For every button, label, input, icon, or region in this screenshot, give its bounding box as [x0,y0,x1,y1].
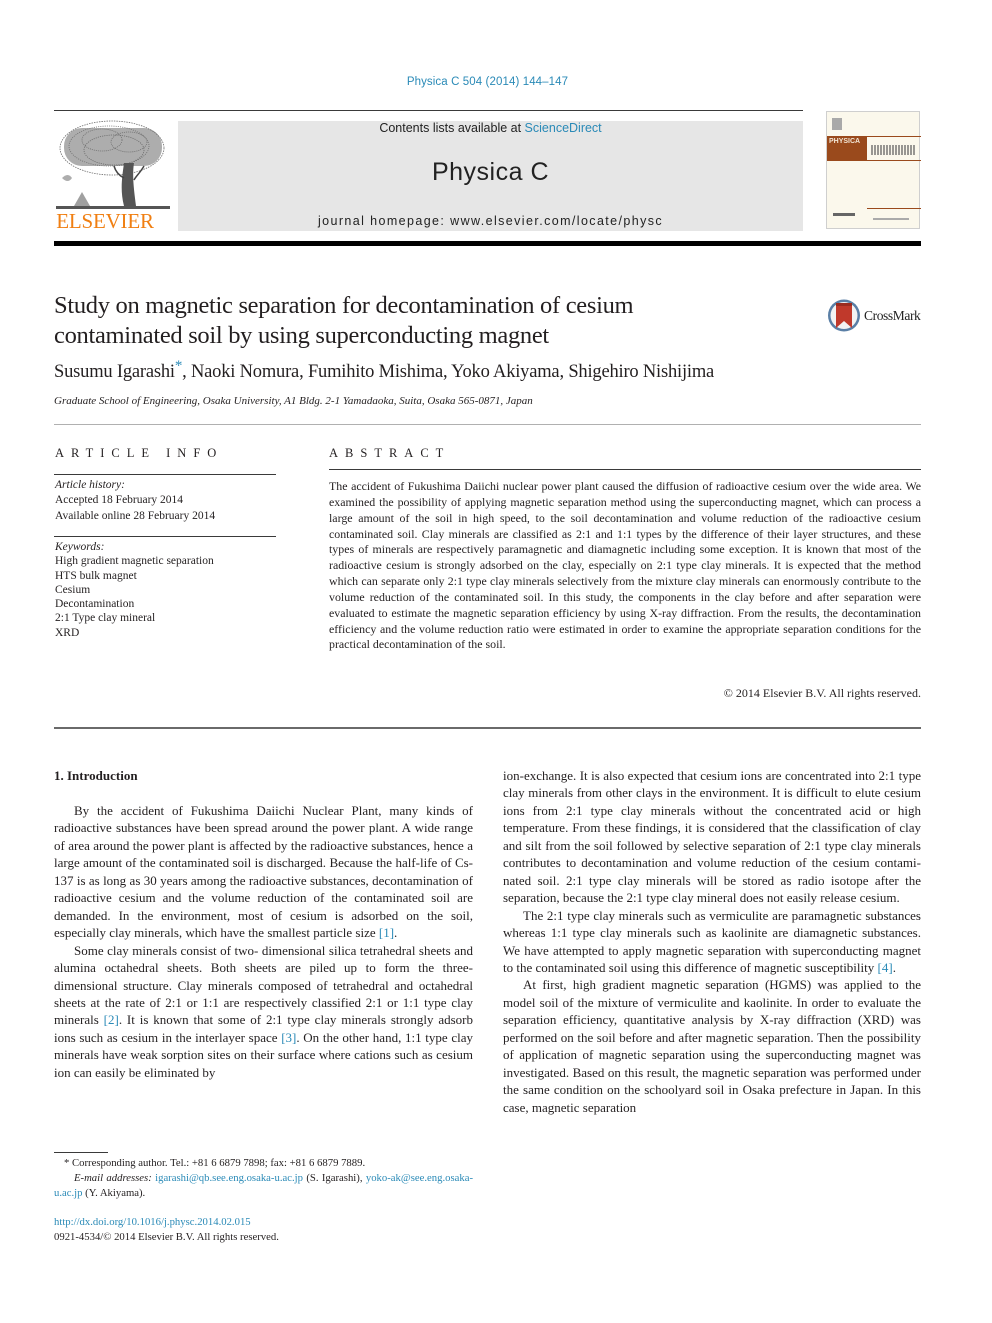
keyword: Decontamination [55,598,135,611]
cover-divider [827,160,921,161]
abstract-copyright: © 2014 Elsevier B.V. All rights reserved… [723,686,921,700]
paragraph-text: . [394,925,398,941]
history-entry: Available online 28 February 2014 [55,509,216,522]
reference-link[interactable]: [1] [379,925,394,940]
author-name[interactable]: Naoki Nomura [191,362,299,382]
body-paragraph: By the accident of Fukushima Daiichi Nuc… [54,802,473,942]
keywords-list: Keywords: High gradient magnetic separat… [55,540,214,640]
journal-homepage-link[interactable]: journal homepage: www.elsevier.com/locat… [178,214,803,228]
cover-publisher-icon [832,118,842,130]
sciencedirect-link[interactable]: ScienceDirect [525,121,602,135]
abstract-heading: ABSTRACT [329,446,451,460]
body-paragraph: Some clay minerals consist of two- dimen… [54,942,473,1082]
keyword: Cesium [55,583,91,596]
cover-divider [867,136,921,137]
body-paragraph: At first, high gradient magnetic separat… [503,977,921,1115]
footnote-text: (S. Igarashi), [302,1172,366,1184]
body-column-left: By the accident of Fukushima Daiichi Nuc… [54,802,473,1081]
keyword: XRD [55,626,80,639]
reference-link[interactable]: [4] [878,960,893,975]
email-label: E-mail addresses: [74,1172,152,1184]
author-name[interactable]: Yoko Akiyama [451,362,559,382]
doi-block: http://dx.doi.org/10.1016/j.physc.2014.0… [54,1215,279,1245]
body-column-right: ion-exchange. It is also expected that c… [503,767,921,1116]
crossmark-button[interactable]: CrossMark [827,298,921,334]
footnote-text: Corresponding author. Tel.: +81 6 6879 7… [69,1157,366,1169]
footnote-rule [54,1152,108,1153]
header-thick-rule [54,241,921,246]
article-history-label: Article history: [55,479,125,491]
author-separator: , [559,362,569,382]
author-separator: , [299,362,308,382]
article-info-rule [54,536,276,537]
author-separator: , [443,362,452,382]
doi-link[interactable]: http://dx.doi.org/10.1016/j.physc.2014.0… [54,1215,279,1230]
paragraph-text: The 2:1 type clay minerals such as vermi… [503,907,921,975]
journal-cover-thumbnail[interactable]: PHYSICA [826,111,921,229]
history-entry: Accepted 18 February 2014 [55,494,184,507]
cover-divider [867,208,921,209]
abstract-text: The accident of Fukushima Daiichi nuclea… [329,479,921,652]
body-paragraph: ion-exchange. It is also expected that c… [503,768,921,906]
email-link[interactable]: igarashi@qb.see.eng.osaka-u.ac.jp [155,1172,303,1184]
keyword: High gradient magnetic separation [55,555,214,568]
article-history: Article history: Accepted 18 February 20… [55,478,215,524]
keyword: 2:1 Type clay mineral [55,612,156,625]
crossmark-icon [828,299,860,332]
author-affiliation: Graduate School of Engineering, Osaka Un… [54,395,533,407]
article-title-line: contaminated soil by using superconducti… [54,322,549,349]
keyword: HTS bulk magnet [55,569,137,582]
section-heading-introduction: 1. Introduction [54,768,138,783]
cover-title-band: PHYSICA [827,136,867,160]
crossmark-label: CrossMark [864,308,921,323]
cover-footer-mark [833,213,855,216]
affiliation-rule [54,424,921,425]
paragraph-text: . [892,959,896,975]
corresponding-author-note: * Corresponding author. Tel.: +81 6 6879… [54,1156,473,1171]
keywords-label: Keywords: [55,541,105,553]
contents-availability-line: Contents lists available at ScienceDirec… [178,121,803,135]
article-title-line: Study on magnetic separation for deconta… [54,292,634,319]
article-info-rule [54,474,276,475]
author-list: Susumu Igarashi*, Naoki Nomura, Fumihito… [54,358,714,383]
journal-banner: Contents lists available at ScienceDirec… [178,121,803,231]
reference-link[interactable]: [2] [104,1012,119,1027]
cover-subtitle [871,145,915,155]
elsevier-wordmark: ELSEVIER [56,209,154,233]
body-paragraph: The 2:1 type clay minerals such as vermi… [503,907,921,977]
abstract-end-rule [54,727,921,729]
journal-name: Physica C [431,158,550,186]
email-note: E-mail addresses: igarashi@qb.see.eng.os… [54,1171,473,1201]
contents-prefix: Contents lists available at [379,121,525,135]
reference-link[interactable]: [3] [281,1030,296,1045]
issn-copyright: 0921-4534/© 2014 Elsevier B.V. All right… [54,1231,279,1243]
elsevier-tree-icon [54,118,172,213]
footnote-text: (Y. Akiyama). [82,1187,146,1199]
cover-footer-text [873,218,909,220]
paragraph-text: By the accident of Fukushima Daiichi Nuc… [54,803,473,941]
author-name[interactable]: Fumihito Mishima [308,362,443,382]
author-name[interactable]: Shigehiro Nishijima [568,362,714,382]
author-separator: , [182,362,192,382]
author-name[interactable]: Susumu Igarashi [54,362,175,382]
abstract-rule [329,469,921,470]
journal-citation-link[interactable]: Physica C 504 (2014) 144–147 [0,76,975,88]
footnote: * Corresponding author. Tel.: +81 6 6879… [54,1156,473,1201]
article-info-heading: ARTICLE INFO [55,446,224,460]
article-title: Study on magnetic separation for deconta… [54,291,774,351]
header-rule [54,110,803,111]
cover-title: PHYSICA [829,138,861,145]
